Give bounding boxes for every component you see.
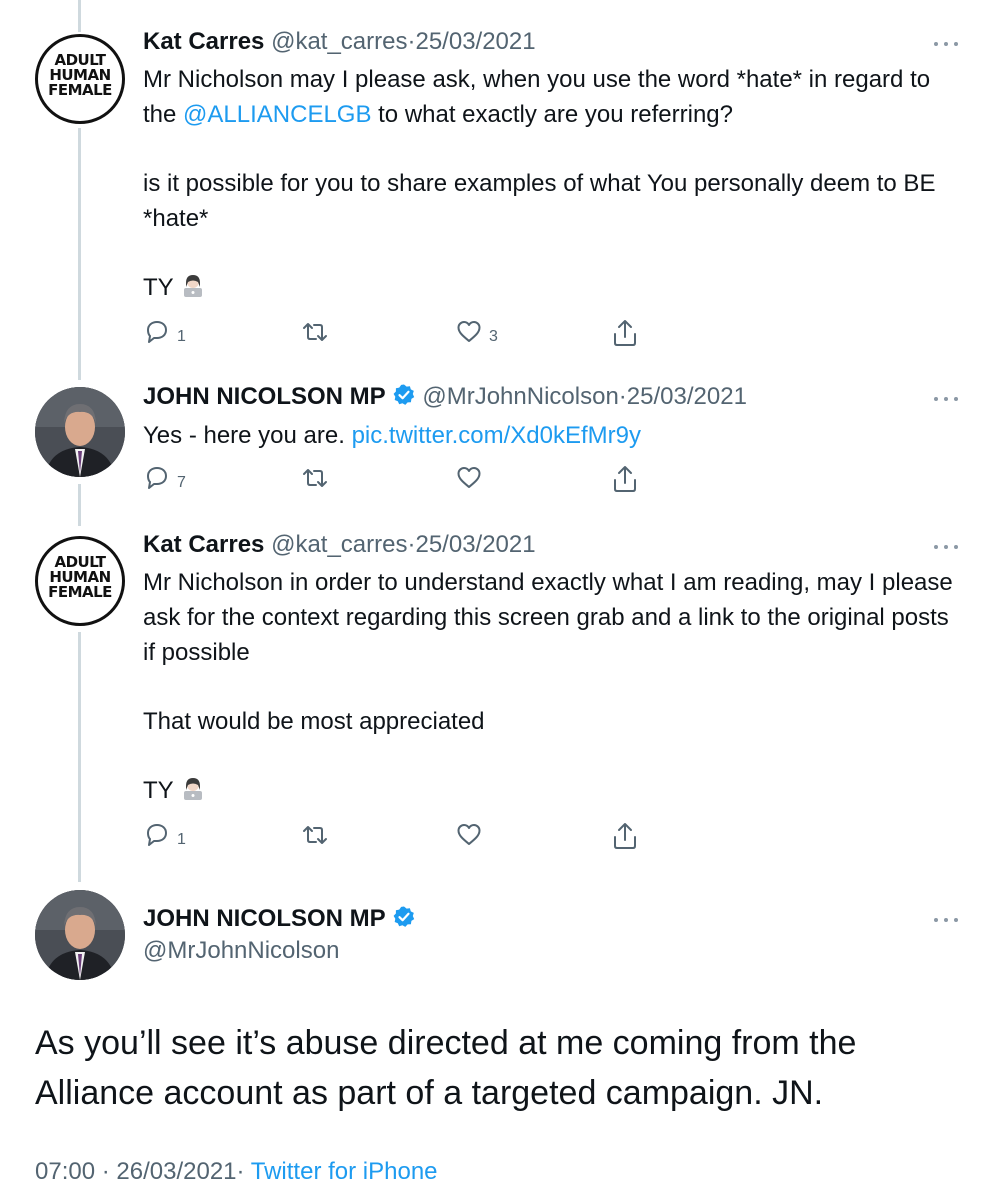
profile-photo xyxy=(35,890,125,980)
tweet-paragraph: TY xyxy=(143,777,174,804)
tweet-text: Yes - here you are. pic.twitter.com/Xd0k… xyxy=(143,418,963,453)
share-icon xyxy=(614,320,636,346)
tweet-header: Kat Carres @kat_carres·25/03/2021 xyxy=(143,27,536,57)
reply-count: 1 xyxy=(177,831,186,848)
avatar[interactable]: ADULT HUMAN FEMALE xyxy=(35,34,125,124)
reply-icon xyxy=(147,467,167,489)
more-options-icon[interactable] xyxy=(932,913,962,927)
tweet-date[interactable]: 25/03/2021 xyxy=(415,531,535,558)
tweet-text-part: Yes - here you are. xyxy=(143,422,352,449)
tweet-header: JOHN NICOLSON MP xyxy=(143,904,416,934)
tweet-date[interactable]: 25/03/2021 xyxy=(627,383,747,410)
separator-dot: · xyxy=(101,1158,110,1185)
share-icon xyxy=(614,823,636,849)
tweet-paragraph: TY xyxy=(143,274,174,301)
retweet-icon xyxy=(303,469,327,487)
author-name[interactable]: JOHN NICOLSON MP xyxy=(143,905,386,932)
like-icon xyxy=(457,824,481,845)
technologist-emoji xyxy=(180,273,206,309)
tweet-paragraph: Mr Nicholson in order to understand exac… xyxy=(143,569,953,666)
reply-count: 7 xyxy=(177,474,186,491)
tweet-actions: 1 xyxy=(143,821,663,851)
tweet-header: JOHN NICOLSON MP @MrJohnNicolson·25/03/2… xyxy=(143,382,747,412)
tweet-actions: 7 xyxy=(143,464,663,494)
more-options-icon[interactable] xyxy=(932,540,962,554)
avatar-logo-text: ADULT HUMAN FEMALE xyxy=(38,53,122,98)
tweet-paragraph: That would be most appreciated xyxy=(143,708,485,735)
technologist-emoji xyxy=(180,776,206,812)
reply-count: 1 xyxy=(177,328,186,345)
verified-badge-icon xyxy=(393,906,414,927)
tweet-full-date[interactable]: 26/03/2021 xyxy=(116,1158,236,1185)
retweet-icon xyxy=(303,323,327,341)
like-count: 3 xyxy=(489,328,498,345)
author-name[interactable]: Kat Carres xyxy=(143,531,264,558)
tweet-text: Mr Nicholson may I please ask, when you … xyxy=(143,62,963,309)
separator-dot: · xyxy=(236,1158,245,1185)
author-handle-line: @MrJohnNicolson xyxy=(143,936,339,966)
avatar[interactable] xyxy=(35,387,125,477)
tweet-paragraph: is it possible for you to share examples… xyxy=(143,170,936,232)
tweet-source-link[interactable]: Twitter for iPhone xyxy=(251,1158,438,1185)
main-tweet: JOHN NICOLSON MP @MrJohnNicolson As you’… xyxy=(0,880,982,1200)
author-handle[interactable]: @kat_carres xyxy=(271,28,407,55)
author-handle[interactable]: @MrJohnNicolson xyxy=(143,937,339,964)
avatar[interactable] xyxy=(35,890,125,980)
avatar-logo-line: FEMALE xyxy=(48,583,112,601)
tweet-time[interactable]: 07:00 xyxy=(35,1158,95,1185)
more-options-icon[interactable] xyxy=(932,37,962,51)
author-handle[interactable]: @MrJohnNicolson xyxy=(422,383,618,410)
reply-tweet-1[interactable]: ADULT HUMAN FEMALE Kat Carres @kat_carre… xyxy=(0,0,982,370)
share-icon xyxy=(614,466,636,492)
reply-tweet-3[interactable]: ADULT HUMAN FEMALE Kat Carres @kat_carre… xyxy=(0,520,982,880)
pic-link[interactable]: pic.twitter.com/Xd0kEfMr9y xyxy=(352,422,641,449)
like-icon xyxy=(457,321,481,342)
main-tweet-text: As you’ll see it’s abuse directed at me … xyxy=(35,1024,857,1112)
tweet-actions: 1 3 xyxy=(143,318,663,348)
tweet-header: Kat Carres @kat_carres·25/03/2021 xyxy=(143,530,536,560)
separator-dot: · xyxy=(618,383,627,410)
avatar-logo-text: ADULT HUMAN FEMALE xyxy=(38,555,122,600)
reply-tweet-2[interactable]: JOHN NICOLSON MP @MrJohnNicolson·25/03/2… xyxy=(0,370,982,520)
verified-badge-icon xyxy=(393,384,414,405)
tweet-text: Mr Nicholson in order to understand exac… xyxy=(143,565,963,812)
tweet-date[interactable]: 25/03/2021 xyxy=(415,28,535,55)
tweet-meta: 07:00 · 26/03/2021· Twitter for iPhone xyxy=(35,1157,438,1187)
retweet-icon xyxy=(303,826,327,844)
author-handle[interactable]: @kat_carres xyxy=(271,531,407,558)
author-name[interactable]: JOHN NICOLSON MP xyxy=(143,383,386,410)
more-options-icon[interactable] xyxy=(932,392,962,406)
author-name[interactable]: Kat Carres xyxy=(143,28,264,55)
reply-icon xyxy=(147,824,167,846)
avatar[interactable]: ADULT HUMAN FEMALE xyxy=(35,536,125,626)
like-icon xyxy=(457,467,481,488)
profile-photo xyxy=(35,387,125,477)
reply-icon xyxy=(147,321,167,343)
tweet-text-part: to what exactly are you referring? xyxy=(371,101,733,128)
mention-link[interactable]: @ALLIANCELGB xyxy=(183,101,371,128)
avatar-logo-line: FEMALE xyxy=(48,81,112,99)
